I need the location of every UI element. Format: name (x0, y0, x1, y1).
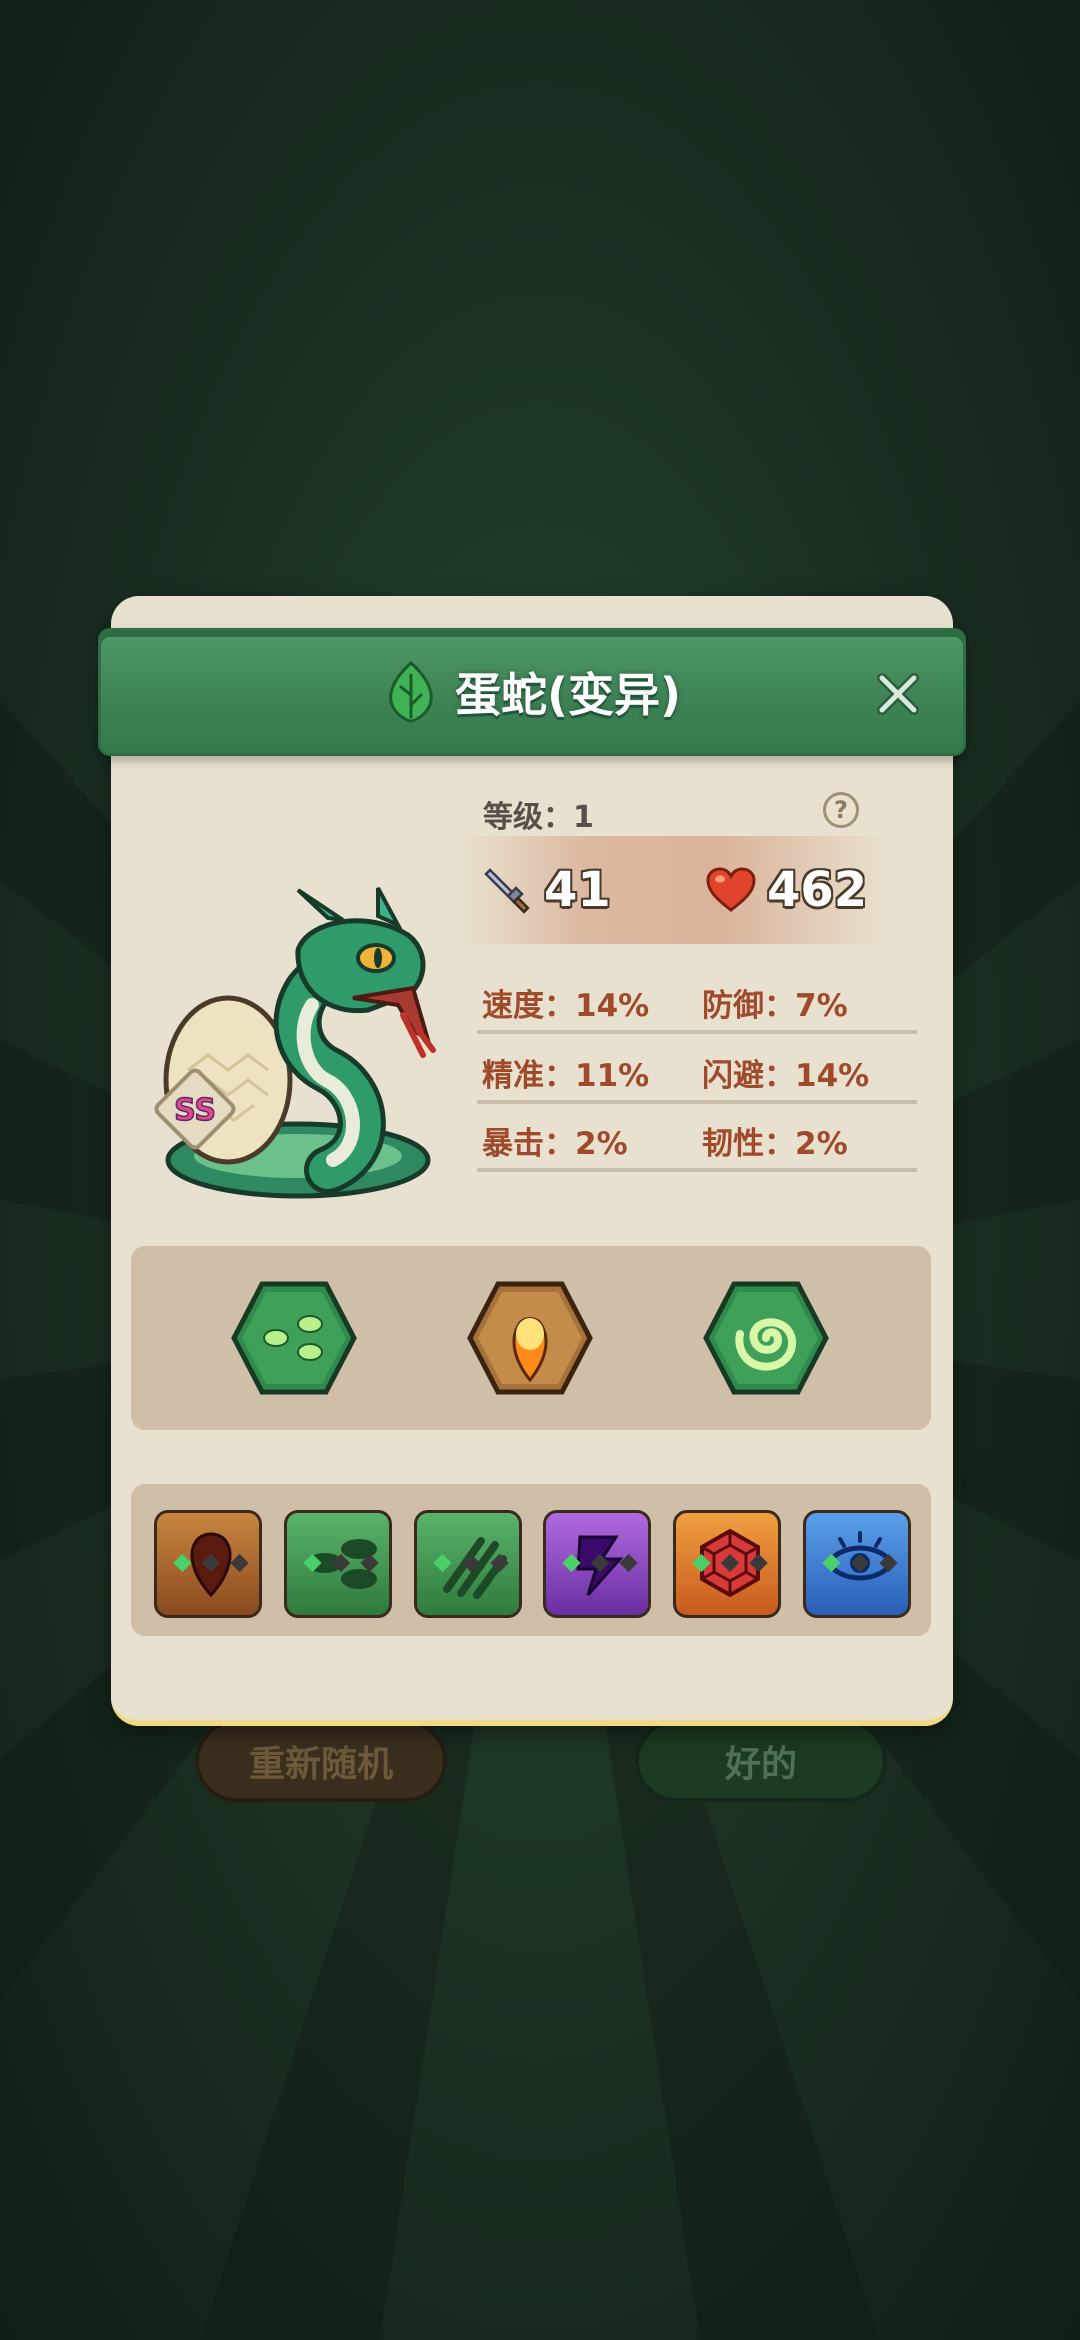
toughness-stat: 韧性：2% (702, 1126, 848, 1162)
help-icon[interactable]: ? (823, 792, 859, 828)
trait-slot-1[interactable] (154, 1510, 262, 1618)
trait-level-pips (173, 1553, 249, 1573)
crit-stat: 暴击：2% (482, 1126, 628, 1162)
stat-row: 暴击：2% 韧性：2% (477, 1106, 917, 1172)
skill-slot-2[interactable] (466, 1280, 594, 1396)
trait-level-pips (562, 1553, 638, 1573)
sword-icon (484, 868, 530, 914)
title-row: 蛋蛇(变异) (98, 628, 966, 756)
stat-row: 精准：11% 闪避：14% (477, 1038, 917, 1104)
trait-slot-4[interactable] (543, 1510, 651, 1618)
attack-value: 41 (544, 862, 611, 918)
reroll-button[interactable]: 重新随机 (195, 1720, 447, 1802)
snake-egg-monster-portrait: SS (154, 887, 436, 1199)
skill-slot-3[interactable] (702, 1280, 830, 1396)
skill-slot-1[interactable] (230, 1280, 358, 1396)
monster-name: 蛋蛇(变异) (454, 668, 682, 722)
trait-slot-3[interactable] (414, 1510, 522, 1618)
trait-level-pips (433, 1553, 509, 1573)
attack-stat: 41 (482, 862, 611, 918)
close-button[interactable] (872, 668, 924, 720)
defense-stat: 防御：7% (702, 988, 848, 1024)
hp-value: 462 (767, 862, 868, 918)
stat-row: 速度：14% 防御：7% (477, 968, 917, 1034)
trait-level-pips (822, 1553, 898, 1573)
heart-icon (706, 867, 756, 912)
trait-slot-5[interactable] (673, 1510, 781, 1618)
trait-level-pips (303, 1553, 379, 1573)
dodge-stat: 闪避：14% (702, 1058, 870, 1094)
level-label: 等级：1 (483, 800, 594, 835)
speed-stat: 速度：14% (482, 988, 650, 1024)
rank-badge-text: SS (174, 1093, 216, 1128)
hp-stat: 462 (705, 862, 867, 918)
trait-slot-6[interactable] (803, 1510, 911, 1618)
accuracy-stat: 精准：11% (482, 1058, 650, 1094)
close-icon (877, 673, 919, 715)
leaf-icon (389, 661, 433, 723)
ok-button[interactable]: 好的 (635, 1720, 887, 1802)
trait-level-pips (692, 1553, 768, 1573)
trait-slot-2[interactable] (284, 1510, 392, 1618)
